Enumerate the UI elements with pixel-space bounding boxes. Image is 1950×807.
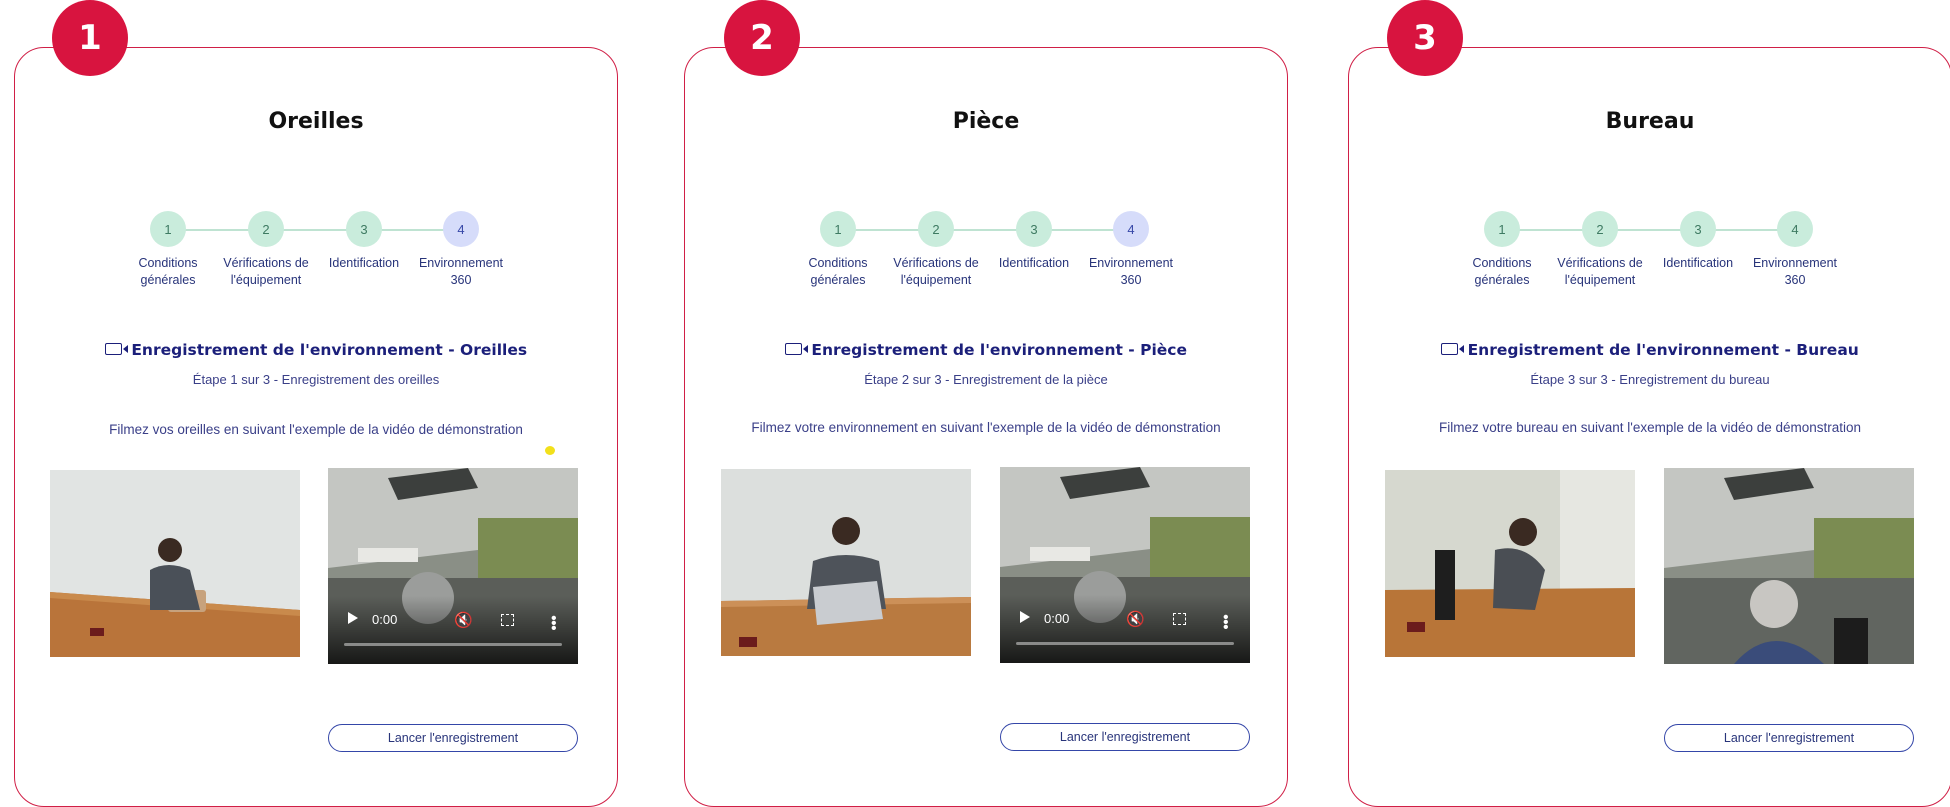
step-4-dot: 4	[1777, 211, 1813, 247]
stepper-line	[838, 229, 1131, 231]
more-options-icon[interactable]: • • •	[551, 611, 557, 637]
step-2-label: Vérifications de l'équipement	[223, 256, 309, 287]
step-3-label: Identification	[998, 256, 1070, 270]
step-4-label: Environnement 360	[1752, 256, 1838, 287]
stepper-line	[168, 229, 461, 231]
step-4-label: Environnement 360	[418, 256, 504, 287]
mute-icon[interactable]: 🔇	[454, 611, 473, 629]
video-camera-icon	[1441, 342, 1465, 355]
card-title: Bureau	[1605, 109, 1695, 134]
step-4-dot: 4	[1113, 211, 1149, 247]
play-icon[interactable]	[1020, 611, 1030, 623]
example-photo	[50, 470, 300, 657]
cursor-indicator	[545, 446, 555, 455]
step-1-label: Conditions générales	[1472, 256, 1532, 287]
more-options-icon[interactable]: • • •	[1223, 610, 1229, 636]
step-2-label: Vérifications de l'équipement	[893, 256, 979, 287]
video-time: 0:00	[1044, 611, 1070, 626]
fullscreen-icon[interactable]	[1173, 613, 1186, 625]
start-recording-button[interactable]: Lancer l'enregistrement	[1000, 723, 1250, 751]
substep-text: Étape 2 sur 3 - Enregistrement de la piè…	[864, 372, 1108, 387]
step-number-badge: 1	[52, 0, 128, 76]
example-photo	[1385, 470, 1635, 657]
step-3-label: Identification	[1662, 256, 1734, 270]
progress-stepper: 1 2 3 4 Conditions générales Vérification…	[1349, 211, 1950, 301]
mute-icon[interactable]: 🔇	[1126, 610, 1145, 628]
substep-text: Étape 3 sur 3 - Enregistrement du bureau	[1530, 372, 1770, 387]
step-1-label: Conditions générales	[138, 256, 198, 287]
step-3-dot: 3	[1016, 211, 1052, 247]
progress-stepper: 1 2 3 4 Conditions générales Vérification…	[15, 211, 617, 301]
progress-stepper: 1 2 3 4 Conditions générales Vérification…	[685, 211, 1287, 301]
play-icon[interactable]	[348, 612, 358, 624]
video-time: 0:00	[372, 612, 398, 627]
fullscreen-icon[interactable]	[501, 614, 514, 626]
step-1-dot: 1	[1484, 211, 1520, 247]
card-oreilles: Oreilles 1 2 3 4 Conditions générales Vér…	[14, 47, 618, 807]
video-progress-bar[interactable]	[1016, 642, 1234, 645]
step-2-label: Vérifications de l'équipement	[1557, 256, 1643, 287]
card-title: Pièce	[952, 109, 1020, 134]
start-recording-button[interactable]: Lancer l'enregistrement	[328, 724, 578, 752]
step-2-dot: 2	[248, 211, 284, 247]
step-number-badge: 2	[724, 0, 800, 76]
instruction-text: Filmez votre bureau en suivant l'exemple…	[1438, 420, 1862, 435]
step-2-dot: 2	[1582, 211, 1618, 247]
example-photo	[721, 469, 971, 656]
video-controls: 0:00 🔇 • • •	[328, 596, 578, 664]
section-heading: Enregistrement de l'environnement - Orei…	[15, 341, 617, 359]
step-3-label: Identification	[328, 256, 400, 270]
start-recording-button[interactable]: Lancer l'enregistrement	[1664, 724, 1914, 752]
step-4-label: Environnement 360	[1088, 256, 1174, 287]
step-1-dot: 1	[150, 211, 186, 247]
step-2-dot: 2	[918, 211, 954, 247]
demo-video[interactable]: 0:00 🔇 • • •	[328, 468, 578, 664]
stepper-line	[1502, 229, 1795, 231]
step-1-label: Conditions générales	[808, 256, 868, 287]
instruction-text: Filmez votre environnement en suivant l'…	[751, 420, 1221, 435]
step-3-dot: 3	[346, 211, 382, 247]
demo-video[interactable]	[1664, 468, 1914, 664]
card-bureau: Bureau 1 2 3 4 Conditions générales Vérif…	[1348, 47, 1950, 807]
step-3-dot: 3	[1680, 211, 1716, 247]
video-camera-icon	[784, 342, 808, 355]
step-4-dot: 4	[443, 211, 479, 247]
instruction-text: Filmez vos oreilles en suivant l'exemple…	[109, 422, 523, 437]
card-title: Oreilles	[268, 109, 364, 134]
step-1-dot: 1	[820, 211, 856, 247]
card-piece: Pièce 1 2 3 4 Conditions générales Vérifi…	[684, 47, 1288, 807]
section-heading: Enregistrement de l'environnement - Pièc…	[685, 341, 1287, 359]
video-controls: 0:00 🔇 • • •	[1000, 595, 1250, 663]
substep-text: Étape 1 sur 3 - Enregistrement des oreil…	[192, 372, 440, 387]
video-camera-icon	[104, 342, 128, 355]
video-progress-bar[interactable]	[344, 643, 562, 646]
section-heading: Enregistrement de l'environnement - Bure…	[1349, 341, 1950, 359]
demo-video[interactable]: 0:00 🔇 • • •	[1000, 467, 1250, 663]
step-number-badge: 3	[1387, 0, 1463, 76]
